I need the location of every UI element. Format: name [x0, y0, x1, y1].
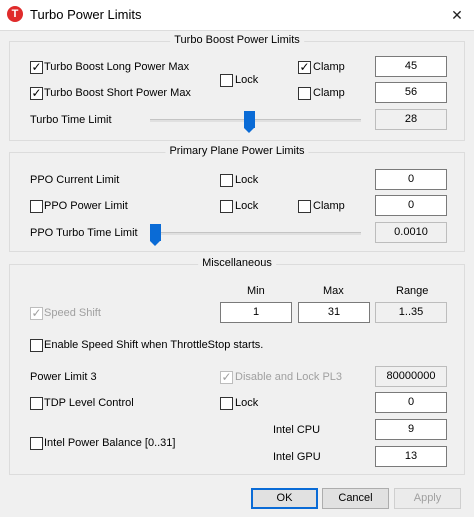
ppo-current-limit-label: PPO Current Limit	[30, 174, 120, 186]
enable-speed-shift-label: Enable Speed Shift when ThrottleStop sta…	[44, 339, 264, 351]
speed-shift-checkbox	[30, 305, 43, 321]
turbo-long-power-label: Turbo Boost Long Power Max	[44, 61, 190, 73]
turbo-long-power-checkbox[interactable]	[30, 59, 43, 75]
turbo-time-slider-thumb[interactable]	[244, 111, 255, 133]
ppo-clamp-label: Clamp	[313, 200, 345, 212]
ppo-power-limit-field[interactable]: 0	[375, 195, 447, 216]
ppo-turbo-time-label: PPO Turbo Time Limit	[30, 227, 138, 239]
disable-lock-pl3-label: Disable and Lock PL3	[235, 371, 343, 383]
power-limit3-value: 80000000	[375, 366, 447, 387]
ppo-turbo-time-value: 0.0010	[375, 222, 447, 243]
intel-power-balance-label: Intel Power Balance [0..31]	[44, 437, 176, 449]
misc-col-min-header: Min	[247, 285, 265, 297]
turbo-short-clamp-label: Clamp	[313, 87, 345, 99]
speed-shift-max-field[interactable]: 31	[298, 302, 370, 323]
intel-power-balance-checkbox[interactable]	[30, 437, 43, 450]
cancel-button[interactable]: Cancel	[322, 488, 389, 509]
misc-group-title: Miscellaneous	[198, 257, 276, 269]
close-icon[interactable]: ✕	[444, 3, 470, 27]
turbo-time-limit-value: 28	[375, 109, 447, 130]
ppo-power-limit-label: PPO Power Limit	[44, 200, 128, 212]
title-bar: T Turbo Power Limits ✕	[0, 0, 474, 30]
title-divider	[0, 30, 474, 31]
ppo-power-lock-checkbox[interactable]	[220, 200, 233, 213]
turbo-long-clamp-label: Clamp	[313, 61, 345, 73]
misc-col-max-header: Max	[323, 285, 344, 297]
ppo-power-limit-checkbox[interactable]	[30, 200, 43, 213]
turbo-short-clamp-checkbox[interactable]	[298, 87, 311, 100]
turbo-long-power-field[interactable]: 45	[375, 56, 447, 77]
intel-cpu-field[interactable]: 9	[375, 419, 447, 440]
turbo-long-clamp-checkbox[interactable]	[298, 59, 311, 75]
ppo-current-lock-label: Lock	[235, 174, 259, 186]
intel-cpu-label: Intel CPU	[273, 424, 321, 436]
turbo-boost-group-title: Turbo Boost Power Limits	[170, 34, 304, 46]
turbo-time-slider-track[interactable]	[150, 119, 361, 122]
ppo-turbo-time-slider-thumb[interactable]	[150, 224, 161, 246]
turbo-short-power-checkbox[interactable]	[30, 85, 43, 101]
speed-shift-range-value: 1..35	[375, 302, 447, 323]
turbo-short-power-label: Turbo Boost Short Power Max	[44, 87, 191, 99]
turbo-time-limit-label: Turbo Time Limit	[30, 114, 112, 126]
turbo-lock-label: Lock	[235, 74, 259, 86]
enable-speed-shift-checkbox[interactable]	[30, 339, 43, 352]
ppo-current-limit-field[interactable]: 0	[375, 169, 447, 190]
apply-button: Apply	[394, 488, 461, 509]
tdp-lock-checkbox[interactable]	[220, 397, 233, 410]
speed-shift-min-field[interactable]: 1	[220, 302, 292, 323]
ppo-turbo-time-slider-track[interactable]	[150, 232, 361, 235]
throttlestop-app-icon: T	[7, 6, 23, 22]
tdp-level-control-label: TDP Level Control	[44, 397, 134, 409]
ppo-current-lock-checkbox[interactable]	[220, 174, 233, 187]
ppo-power-lock-label: Lock	[235, 200, 259, 212]
intel-gpu-label: Intel GPU	[273, 451, 321, 463]
misc-col-range-header: Range	[396, 285, 429, 297]
disable-lock-pl3-checkbox	[220, 369, 233, 385]
tdp-level-field[interactable]: 0	[375, 392, 447, 413]
turbo-short-power-field[interactable]: 56	[375, 82, 447, 103]
turbo-lock-checkbox[interactable]	[220, 74, 233, 87]
power-limit3-label: Power Limit 3	[30, 371, 97, 383]
ok-button[interactable]: OK	[251, 488, 318, 509]
window-title: Turbo Power Limits	[30, 7, 142, 22]
tdp-lock-label: Lock	[235, 397, 259, 409]
speed-shift-label: Speed Shift	[44, 307, 101, 319]
ppo-group-title: Primary Plane Power Limits	[165, 145, 309, 157]
tdp-level-control-checkbox[interactable]	[30, 397, 43, 410]
intel-gpu-field[interactable]: 13	[375, 446, 447, 467]
ppo-clamp-checkbox[interactable]	[298, 200, 311, 213]
